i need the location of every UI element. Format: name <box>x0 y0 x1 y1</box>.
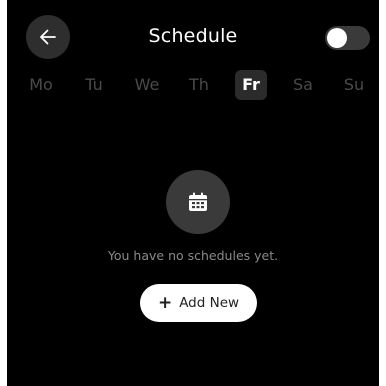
add-new-button[interactable]: + Add New <box>140 284 257 322</box>
plus-icon: + <box>157 292 173 313</box>
schedule-toggle[interactable] <box>325 26 370 50</box>
page-title: Schedule <box>148 25 238 47</box>
day-selector: Mo Tu We Th Fr Sa Su <box>15 70 379 100</box>
add-new-label: Add New <box>179 295 240 311</box>
day-fr[interactable]: Fr <box>235 70 267 100</box>
day-su[interactable]: Su <box>338 70 370 100</box>
calendar-icon <box>189 192 207 211</box>
empty-state-message: You have no schedules yet. <box>107 248 279 263</box>
toggle-knob <box>327 28 347 48</box>
empty-state-icon-circle <box>166 170 230 234</box>
day-we[interactable]: We <box>131 70 163 100</box>
schedule-screen: Schedule Mo Tu We Th Fr Sa Su You have n… <box>7 0 379 386</box>
day-tu[interactable]: Tu <box>78 70 110 100</box>
day-th[interactable]: Th <box>183 70 215 100</box>
day-mo[interactable]: Mo <box>25 70 57 100</box>
day-sa[interactable]: Sa <box>287 70 319 100</box>
